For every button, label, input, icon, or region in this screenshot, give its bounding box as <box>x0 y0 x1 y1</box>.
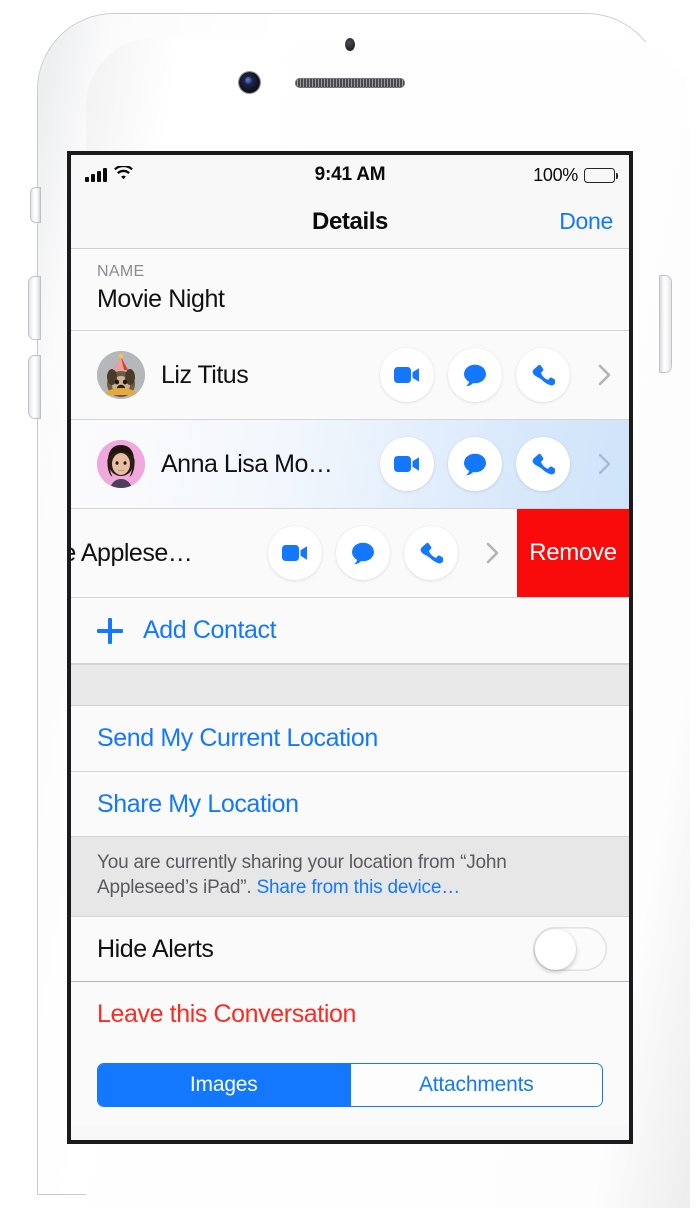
plus-icon <box>97 617 123 644</box>
facetime-video-icon[interactable] <box>268 526 322 580</box>
share-my-location-button[interactable]: Share My Location <box>71 771 629 836</box>
facetime-video-icon[interactable] <box>380 348 434 402</box>
phone-call-icon[interactable] <box>404 526 458 580</box>
battery-icon <box>584 167 618 183</box>
chevron-right-icon[interactable] <box>598 453 611 475</box>
contact-name: ne Applese… <box>71 538 193 567</box>
send-current-location-label: Send My Current Location <box>97 724 378 752</box>
section-gap <box>71 664 629 706</box>
volume-up-button[interactable] <box>29 277 40 339</box>
add-contact-label: Add Contact <box>143 616 277 644</box>
page-title: Details <box>312 207 388 235</box>
message-bubble-icon[interactable] <box>448 437 502 491</box>
proximity-sensor-icon <box>345 38 355 51</box>
hide-alerts-row[interactable]: Hide Alerts <box>71 917 629 983</box>
details-content: NAME Movie Night Liz Titus Anna Lisa Mo…… <box>71 249 629 1126</box>
share-from-this-device-link[interactable]: Share from this device… <box>257 877 461 898</box>
name-field-value[interactable]: Movie Night <box>97 285 603 314</box>
facetime-video-icon[interactable] <box>380 437 434 491</box>
avatar <box>97 440 145 488</box>
chevron-right-icon[interactable] <box>486 542 499 564</box>
conversation-name-field[interactable]: NAME Movie Night <box>71 249 629 331</box>
phone-screen: 9:41 AM 100% Details Done NAME Movie Nig… <box>71 155 629 1140</box>
name-field-label: NAME <box>97 263 145 280</box>
message-bubble-icon[interactable] <box>336 526 390 580</box>
contact-row[interactable]: Liz Titus <box>71 331 629 420</box>
share-my-location-label: Share My Location <box>97 789 299 818</box>
phone-call-icon[interactable] <box>516 348 570 402</box>
attachments-segmented-control-wrap: Images Attachments <box>71 1047 629 1126</box>
remove-contact-button[interactable]: Remove <box>517 509 629 597</box>
earpiece-speaker-icon <box>295 78 405 88</box>
tab-attachments[interactable]: Attachments <box>349 1064 602 1107</box>
message-bubble-icon[interactable] <box>448 348 502 402</box>
leave-conversation-button[interactable]: Leave this Conversation <box>71 982 629 1048</box>
status-bar-time: 9:41 AM <box>314 164 386 185</box>
power-button[interactable] <box>660 276 671 372</box>
navigation-bar: Details Done <box>71 195 629 249</box>
phone-call-icon[interactable] <box>516 437 570 491</box>
hide-alerts-toggle[interactable] <box>533 927 607 972</box>
volume-down-button[interactable] <box>29 356 40 418</box>
location-sharing-note: You are currently sharing your location … <box>71 836 629 918</box>
contact-actions <box>268 526 499 580</box>
leave-conversation-label: Leave this Conversation <box>97 1000 357 1029</box>
status-bar: 9:41 AM 100% <box>71 155 629 195</box>
tab-images[interactable]: Images <box>98 1064 350 1107</box>
done-button[interactable]: Done <box>559 208 613 235</box>
contact-actions <box>380 348 611 402</box>
toggle-knob <box>534 928 576 970</box>
chevron-right-icon[interactable] <box>598 364 611 386</box>
front-camera-icon <box>239 72 260 93</box>
send-current-location-button[interactable]: Send My Current Location <box>71 706 629 771</box>
contact-actions <box>380 437 611 491</box>
hide-alerts-label: Hide Alerts <box>97 934 214 963</box>
contact-row-swiped[interactable]: ne Applese… Remove <box>71 509 629 598</box>
avatar <box>97 351 145 399</box>
contact-row[interactable]: Anna Lisa Mo… <box>71 420 629 509</box>
mute-switch[interactable] <box>31 188 40 222</box>
segmented-control: Images Attachments <box>97 1063 603 1108</box>
contact-name: Liz Titus <box>161 360 249 389</box>
contact-name: Anna Lisa Mo… <box>161 449 333 478</box>
add-contact-button[interactable]: Add Contact <box>71 598 629 664</box>
